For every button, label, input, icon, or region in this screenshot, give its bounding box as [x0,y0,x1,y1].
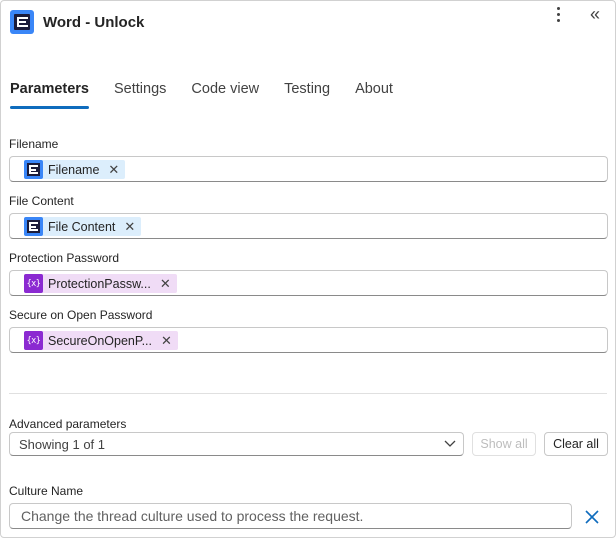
encodian-logo-icon [10,10,34,34]
tab-settings[interactable]: Settings [114,79,166,111]
clear-all-button[interactable]: Clear all [544,432,608,456]
secure-on-open-password-field[interactable]: {x} SecureOnOpenP... ✕ [9,327,608,353]
encodian-logo-icon [24,160,43,179]
tab-bar: Parameters Settings Code view Testing Ab… [10,79,418,111]
file-content-field[interactable]: File Content ✕ [9,213,608,239]
protection-password-label: Protection Password [9,251,120,265]
token-text: ProtectionPassw... [48,276,151,291]
dropdown-value: Showing 1 of 1 [19,437,106,452]
more-vertical-icon [556,5,560,23]
token-text: File Content [48,219,116,234]
filename-label: Filename [9,137,59,151]
double-chevron-left-icon: « [589,3,600,24]
protection-password-field[interactable]: {x} ProtectionPassw... ✕ [9,270,608,296]
remove-token-icon[interactable]: ✕ [108,163,119,176]
culture-name-label: Culture Name [9,484,84,498]
panel-header: Word - Unlock [10,9,607,35]
filename-token[interactable]: Filename ✕ [24,160,126,179]
chevron-down-icon [444,440,456,447]
tab-parameters[interactable]: Parameters [10,79,89,111]
remove-token-icon[interactable]: ✕ [161,334,172,347]
file-content-label: File Content [9,194,74,208]
tab-about[interactable]: About [355,79,393,111]
collapse-panel-button[interactable]: « [585,3,605,25]
token-text: Filename [48,162,100,177]
more-options-button[interactable] [548,3,568,25]
tab-testing[interactable]: Testing [284,79,330,111]
section-divider [9,393,607,394]
panel-title[interactable]: Word - Unlock [43,14,144,31]
file-content-token[interactable]: File Content ✕ [24,217,142,236]
remove-token-icon[interactable]: ✕ [124,220,135,233]
remove-parameter-icon[interactable] [582,507,602,527]
action-panel: Word - Unlock « Parameters Settings Code… [0,0,616,538]
token-text: SecureOnOpenP... [48,333,153,348]
filename-field[interactable]: Filename ✕ [9,156,608,182]
show-all-button[interactable]: Show all [472,432,536,456]
protection-password-token[interactable]: {x} ProtectionPassw... ✕ [24,274,177,293]
variable-icon: {x} [24,274,43,293]
secure-on-open-password-token[interactable]: {x} SecureOnOpenP... ✕ [24,331,178,350]
variable-icon: {x} [24,331,43,350]
secure-on-open-password-label: Secure on Open Password [9,308,153,322]
tab-code-view[interactable]: Code view [191,79,259,111]
encodian-logo-icon [24,217,43,236]
advanced-parameters-dropdown[interactable]: Showing 1 of 1 [9,432,464,456]
advanced-parameters-label: Advanced parameters [9,417,127,431]
culture-name-input[interactable] [9,503,572,529]
remove-token-icon[interactable]: ✕ [160,277,171,290]
